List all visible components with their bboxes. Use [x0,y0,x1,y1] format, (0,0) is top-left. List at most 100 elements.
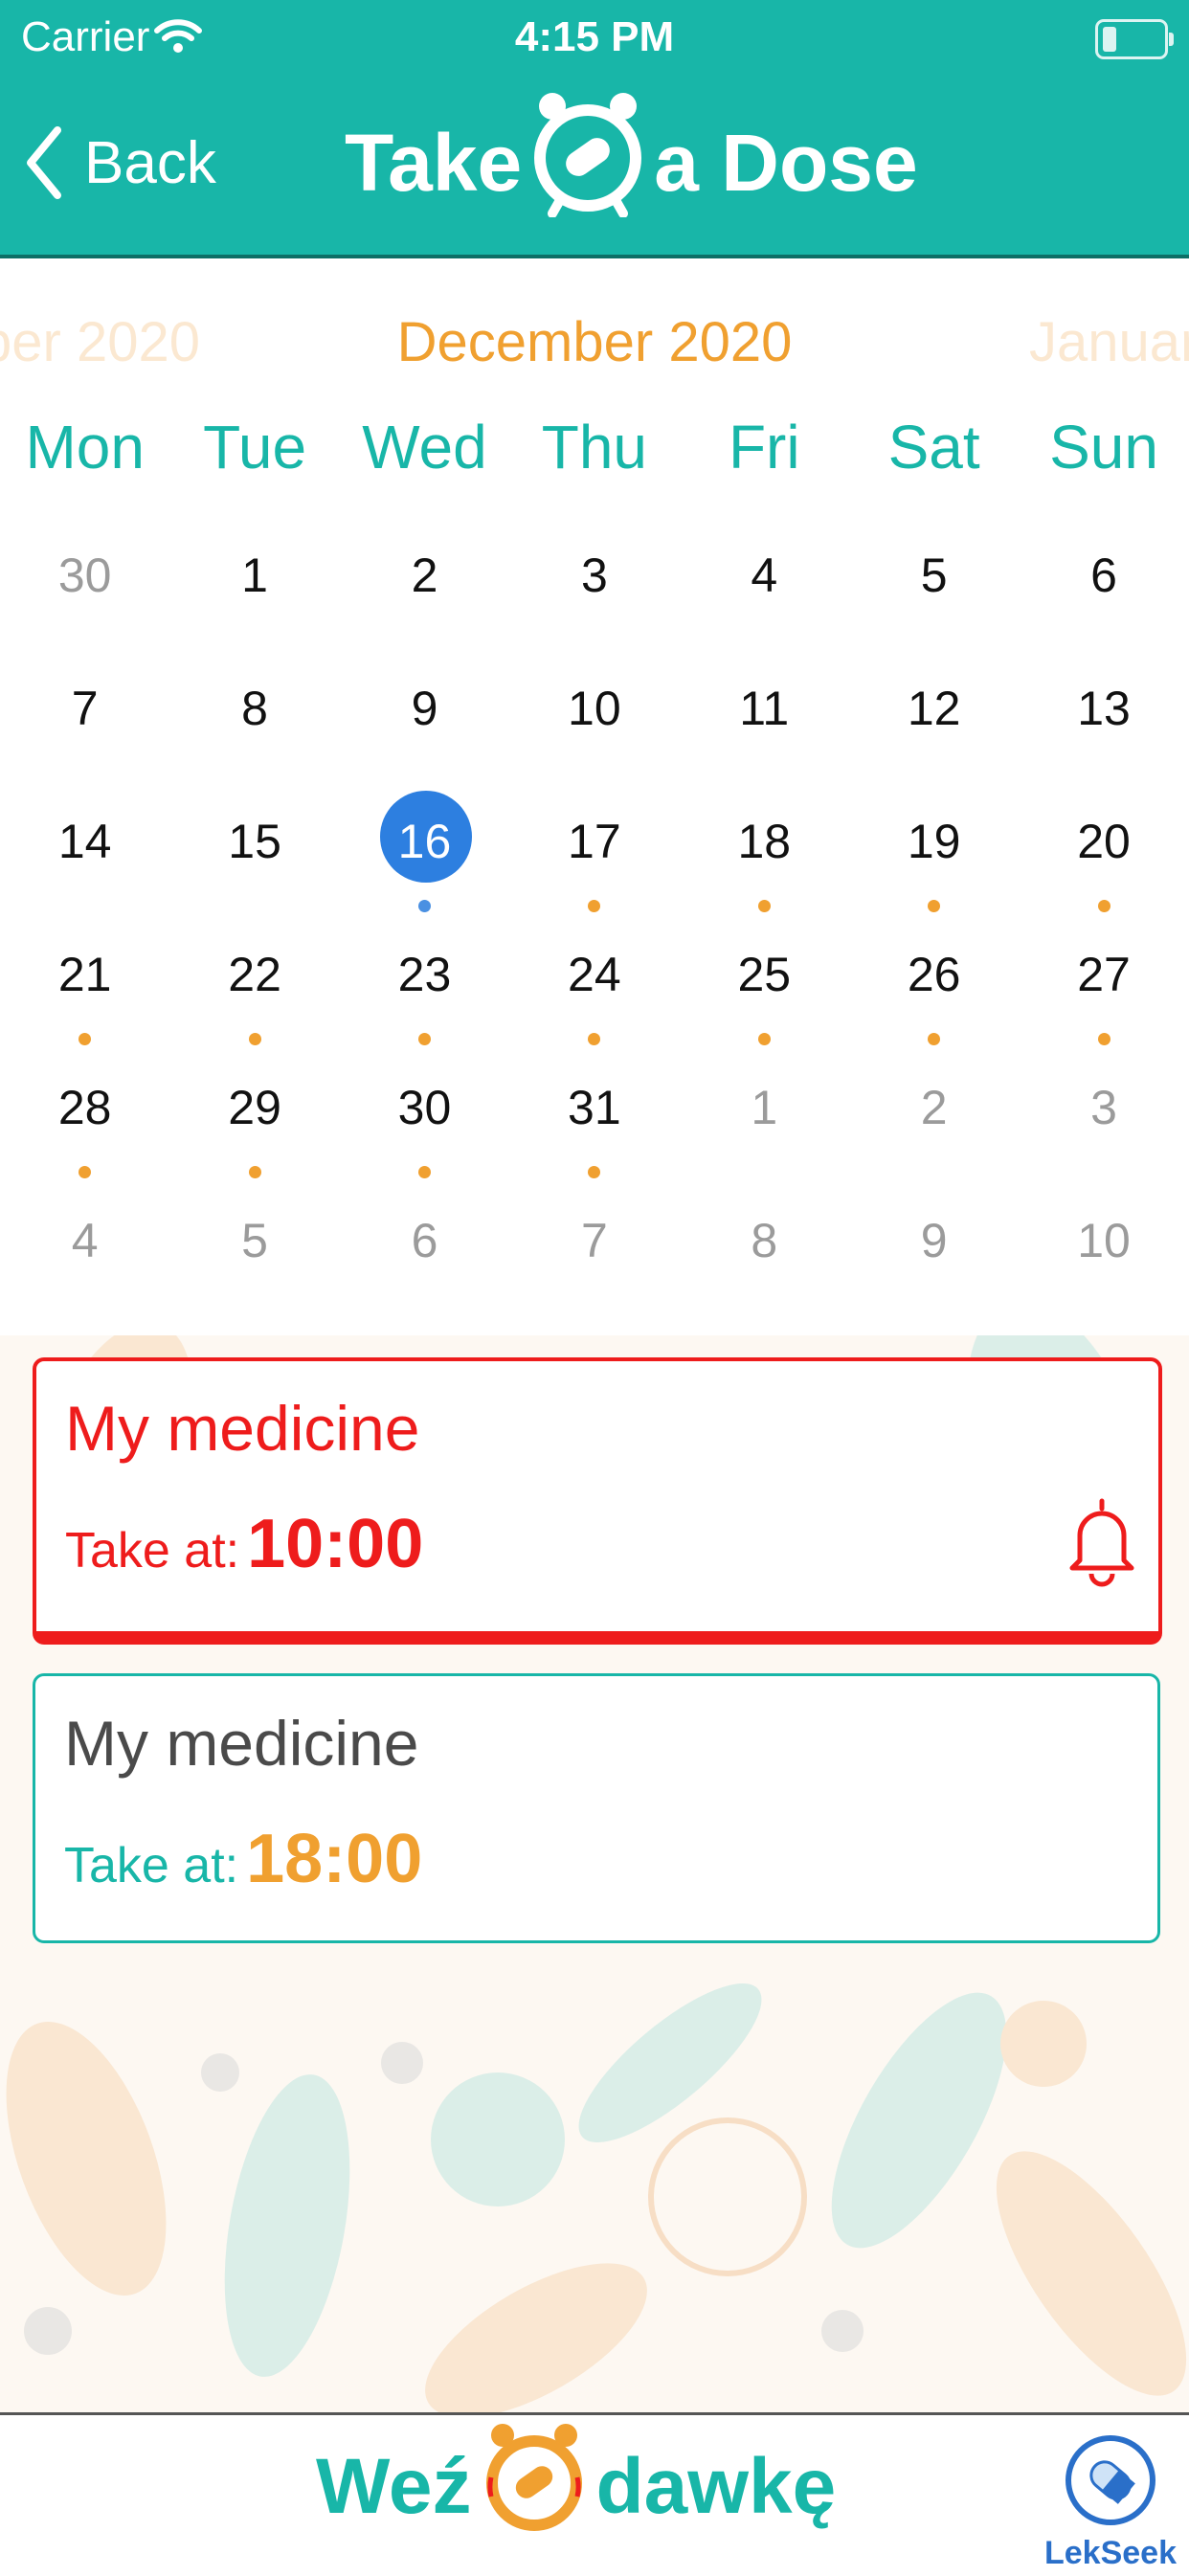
calendar-day[interactable]: 19 [849,783,1019,916]
calendar-day[interactable]: 24 [509,916,679,1049]
calendar-day[interactable]: 10 [509,650,679,783]
day-number: 20 [1077,815,1131,868]
calendar-day[interactable]: 1 [169,517,339,650]
weekday-label: Wed [362,413,487,482]
footer-bar: Weź dawkę LekSeek [0,2412,1189,2576]
calendar-day[interactable]: 5 [169,1182,339,1315]
calendar-day[interactable]: 23 [340,916,509,1049]
calendar-week-row: 30 1 2 3 4 5 6 [0,517,1189,650]
battery-icon [1095,19,1174,59]
day-number: 4 [71,1214,99,1267]
dose-time: 18:00 [246,1821,423,1897]
calendar-day-selected[interactable]: 16 [340,783,509,916]
calendar-day[interactable]: 12 [849,650,1019,783]
calendar-day[interactable]: 4 [0,1182,169,1315]
calendar-day[interactable]: 6 [340,1182,509,1315]
day-number: 3 [1090,1081,1117,1134]
calendar-day[interactable]: 30 [0,517,169,650]
alarm-clock-pill-icon [482,2420,587,2554]
dose-indicator-dot [588,1033,601,1045]
day-number: 9 [411,682,438,735]
calendar-day[interactable]: 11 [680,650,849,783]
day-number: 22 [228,948,281,1001]
day-number: 30 [397,1081,452,1134]
dose-indicator-dot [248,1033,261,1045]
day-number: 15 [228,815,281,868]
next-month-label[interactable]: January [1029,310,1189,374]
day-number: 2 [920,1081,948,1134]
month-header[interactable]: ber 2020 December 2020 January [0,287,1189,392]
calendar-week-row: 7 8 9 10 11 12 13 [0,650,1189,783]
day-number: 5 [241,1214,268,1267]
day-number: 14 [57,815,112,868]
day-number: 7 [71,682,99,735]
chevron-left-icon [27,126,61,199]
calendar-day[interactable]: 8 [169,650,339,783]
day-number: 6 [1090,549,1117,602]
calendar-day[interactable]: 31 [509,1049,679,1182]
day-number: 11 [739,682,790,735]
dose-card[interactable]: My medicine Take at: 18:00 [33,1673,1160,1943]
calendar-day[interactable]: 30 [340,1049,509,1182]
day-number: 4 [751,549,778,602]
calendar-day[interactable]: 22 [169,916,339,1049]
dose-indicator-dot [928,900,941,912]
day-number: 27 [1077,948,1131,1001]
day-number: 10 [568,682,621,735]
medicine-name: My medicine [64,1708,419,1779]
brand-left: Weź [316,2443,472,2530]
day-number: 13 [1077,682,1131,735]
current-month-label: December 2020 [396,311,793,373]
nav-header: Carrier 4:15 PM Back Take a Dose [0,0,1189,258]
dose-time: 10:00 [247,1506,424,1582]
weekday-label: Thu [541,413,647,482]
bell-icon[interactable] [1066,1495,1137,1592]
calendar-day[interactable]: 2 [849,1049,1019,1182]
day-number: 25 [737,948,792,1001]
dose-indicator-dot [79,1166,92,1178]
calendar-day[interactable]: 7 [0,650,169,783]
calendar-day[interactable]: 2 [340,517,509,650]
dose-indicator-dot [417,900,431,912]
calendar-day[interactable]: 13 [1019,650,1188,783]
day-number: 26 [907,948,961,1001]
calendar-day[interactable]: 27 [1019,916,1188,1049]
calendar-day[interactable]: 29 [169,1049,339,1182]
lekseek-link[interactable]: LekSeek [1043,2432,1178,2572]
calendar-day[interactable]: 7 [509,1182,679,1315]
back-button[interactable]: Back [25,115,216,211]
brand-right: dawkę [595,2443,837,2530]
take-at-label: Take at: [65,1523,240,1579]
dose-indicator-dot [417,1033,431,1045]
dose-indicator-dot [588,900,601,912]
calendar-day[interactable]: 15 [169,783,339,916]
weekday-label: Mon [25,413,145,482]
app-title-left: Take [345,117,523,208]
day-number: 23 [397,948,452,1001]
weekday-label: Fri [728,413,800,482]
back-label: Back [84,129,216,196]
calendar-day[interactable]: 3 [509,517,679,650]
calendar-day[interactable]: 4 [680,517,849,650]
calendar-day[interactable]: 17 [509,783,679,916]
calendar-day[interactable]: 3 [1019,1049,1188,1182]
calendar-day[interactable]: 14 [0,783,169,916]
calendar-day[interactable]: 26 [849,916,1019,1049]
calendar-day[interactable]: 28 [0,1049,169,1182]
calendar-day[interactable]: 5 [849,517,1019,650]
dose-indicator-dot [757,900,771,912]
lekseek-logo-icon [1066,2435,1155,2525]
calendar-day[interactable]: 20 [1019,783,1188,916]
calendar-day[interactable]: 21 [0,916,169,1049]
calendar-day[interactable]: 1 [680,1049,849,1182]
day-number: 12 [907,682,961,735]
calendar-day[interactable]: 25 [680,916,849,1049]
calendar-day[interactable]: 9 [849,1182,1019,1315]
calendar-day[interactable]: 9 [340,650,509,783]
calendar-day[interactable]: 6 [1019,517,1188,650]
weekday-header: Mon Tue Wed Thu Fri Sat Sun [0,412,1189,498]
dose-card[interactable]: My medicine Take at: 10:00 [33,1357,1162,1645]
calendar-day[interactable]: 8 [680,1182,849,1315]
calendar-day[interactable]: 18 [680,783,849,916]
calendar-day[interactable]: 10 [1019,1182,1188,1315]
